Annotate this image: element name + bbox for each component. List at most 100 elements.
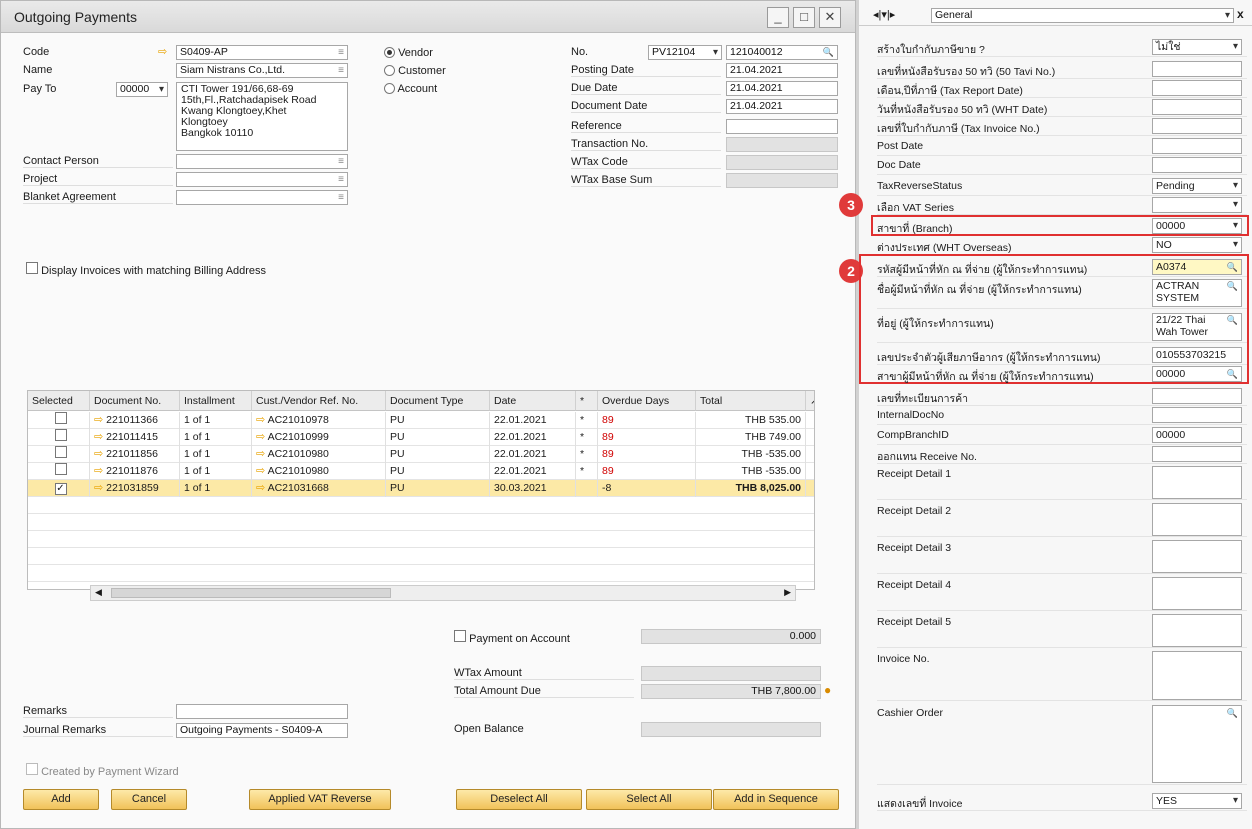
table-row[interactable]: ⇨ 221011415 1 of 1 ⇨ AC21010999 PU 22.01… xyxy=(28,429,814,446)
receipt-detail-2-field[interactable] xyxy=(1152,503,1242,536)
col-header[interactable]: Document Type xyxy=(386,391,490,411)
cashier-order-field[interactable]: 🔍 xyxy=(1152,705,1242,783)
radio-vendor[interactable]: Vendor xyxy=(384,47,433,59)
receipt-detail-3-field[interactable] xyxy=(1152,540,1242,573)
payto-select[interactable]: 00000 xyxy=(116,82,168,97)
nav-arrows-icon[interactable]: ◂|▾|▸ xyxy=(873,8,895,21)
col-header[interactable]: Total xyxy=(696,391,806,411)
table-row[interactable]: ⇨ 221011856 1 of 1 ⇨ AC21010980 PU 22.01… xyxy=(28,446,814,463)
udf-field[interactable] xyxy=(1152,138,1242,154)
coins-icon[interactable]: ● xyxy=(824,683,831,697)
udf-field[interactable] xyxy=(1152,61,1242,77)
table-row-selected[interactable]: ✓ ⇨ 221031859 1 of 1 ⇨ AC21031668 PU 30.… xyxy=(28,480,814,497)
journal-remarks-field[interactable]: Outgoing Payments - S0409-A xyxy=(176,723,348,738)
code-field[interactable]: S0409-AP ≡ xyxy=(176,45,348,60)
comp-branch-field[interactable]: 00000 xyxy=(1152,427,1242,443)
col-header[interactable]: * xyxy=(576,391,598,411)
scroll-right-icon[interactable]: ▶ xyxy=(784,587,791,598)
withholder-address-field[interactable]: 21/22 Thai Wah Tower 🔍 xyxy=(1152,313,1242,341)
maximize-button[interactable]: □ xyxy=(793,7,815,28)
udf-select[interactable]: ไม่ใช่ xyxy=(1152,39,1242,55)
wtax-code-field xyxy=(726,155,838,170)
udf-field[interactable] xyxy=(1152,407,1242,423)
no-label: No. xyxy=(571,46,589,58)
receipt-detail-1-field[interactable] xyxy=(1152,466,1242,499)
deselect-all-button[interactable]: Deselect All xyxy=(456,789,582,810)
withholder-name-field[interactable]: ACTRAN SYSTEM 🔍 xyxy=(1152,279,1242,307)
payment-on-account-checkbox[interactable]: Payment on Account xyxy=(454,630,570,645)
row-checkbox[interactable] xyxy=(54,412,67,424)
row-checkbox[interactable] xyxy=(54,463,67,475)
scroll-thumb[interactable] xyxy=(111,588,391,598)
close-button[interactable]: ✕ xyxy=(819,7,841,28)
window-title: Outgoing Payments xyxy=(14,9,137,25)
udf-row: เลือก VAT Series xyxy=(877,197,1247,215)
horizontal-scrollbar[interactable]: ◀ ▶ xyxy=(90,585,796,601)
receipt-detail-4-field[interactable] xyxy=(1152,577,1242,610)
select-all-button[interactable]: Select All xyxy=(586,789,712,810)
show-invoice-select[interactable]: YES xyxy=(1152,793,1242,809)
udf-field[interactable] xyxy=(1152,157,1242,173)
invoice-no-field[interactable] xyxy=(1152,651,1242,700)
title-bar: Outgoing Payments _ □ ✕ xyxy=(1,1,855,33)
row-checkbox[interactable] xyxy=(54,429,67,441)
scroll-left-icon[interactable]: ◀ xyxy=(95,587,102,598)
table-row[interactable]: ⇨ 221011876 1 of 1 ⇨ AC21010980 PU 22.01… xyxy=(28,463,814,480)
udf-select[interactable]: NO xyxy=(1152,237,1242,253)
branch-select[interactable]: 00000 xyxy=(1152,218,1242,234)
udf-field[interactable] xyxy=(1152,388,1242,404)
contact-field[interactable]: ≡ xyxy=(176,154,348,169)
expand-icon[interactable]: ↗ xyxy=(806,391,814,411)
col-header[interactable]: Installment xyxy=(180,391,252,411)
annotation-badge-3: 3 xyxy=(839,193,863,217)
due-date-field[interactable]: 21.04.2021 xyxy=(726,81,838,96)
payto-address[interactable]: CTI Tower 191/66,68-69 15th,Fl.,Ratchada… xyxy=(176,82,348,151)
open-balance-label: Open Balance xyxy=(454,723,524,735)
document-date-field[interactable]: 21.04.2021 xyxy=(726,99,838,114)
blanket-field[interactable]: ≡ xyxy=(176,190,348,205)
row-checkbox[interactable] xyxy=(54,446,67,458)
udf-field[interactable] xyxy=(1152,80,1242,96)
remarks-field[interactable] xyxy=(176,704,348,719)
udf-field[interactable] xyxy=(1152,118,1242,134)
col-header[interactable]: Selected xyxy=(28,391,90,411)
withholder-branch-field[interactable]: 00000 🔍 xyxy=(1152,366,1242,382)
udf-category-select[interactable]: General xyxy=(931,8,1234,23)
udf-select[interactable] xyxy=(1152,197,1242,213)
wtax-code-label: WTax Code xyxy=(571,156,721,169)
udf-row: InternalDocNo xyxy=(877,407,1247,425)
add-button[interactable]: Add xyxy=(23,789,99,810)
col-header[interactable]: Date xyxy=(490,391,576,411)
project-field[interactable]: ≡ xyxy=(176,172,348,187)
receipt-detail-5-field[interactable] xyxy=(1152,614,1242,647)
minimize-button[interactable]: _ xyxy=(767,7,789,28)
row-checkbox-checked[interactable]: ✓ xyxy=(54,483,67,495)
cancel-button[interactable]: Cancel xyxy=(111,789,187,810)
table-row[interactable]: ⇨ 221011366 1 of 1 ⇨ AC21010978 PU 22.01… xyxy=(28,412,814,429)
add-in-sequence-button[interactable]: Add in Sequence xyxy=(713,789,839,810)
radio-account[interactable]: Account xyxy=(384,83,437,95)
checkbox-icon xyxy=(26,262,38,274)
withholder-taxid-field[interactable]: 010553703215 xyxy=(1152,347,1242,363)
udf-select[interactable]: Pending xyxy=(1152,178,1242,194)
udf-field[interactable] xyxy=(1152,446,1242,462)
udf-field[interactable] xyxy=(1152,99,1242,115)
link-arrow-icon[interactable]: ⇨ xyxy=(158,45,167,58)
documents-table: Selected Document No. Installment Cust./… xyxy=(27,390,815,601)
radio-customer[interactable]: Customer xyxy=(384,65,446,77)
col-header[interactable]: Overdue Days xyxy=(598,391,696,411)
created-by-wizard-checkbox: Created by Payment Wizard xyxy=(26,763,179,778)
link-arrow-icon[interactable]: ⇨ xyxy=(94,414,103,426)
display-invoices-checkbox[interactable]: Display Invoices with matching Billing A… xyxy=(26,262,266,277)
document-date-label: Document Date xyxy=(571,100,721,113)
withholder-code-field[interactable]: A0374 🔍 xyxy=(1152,259,1242,275)
series-select[interactable]: PV12104 xyxy=(648,45,722,60)
name-field[interactable]: Siam Nistrans Co.,Ltd. ≡ xyxy=(176,63,348,78)
col-header[interactable]: Document No. xyxy=(90,391,180,411)
reference-field[interactable] xyxy=(726,119,838,134)
posting-date-field[interactable]: 21.04.2021 xyxy=(726,63,838,78)
close-panel-icon[interactable]: x xyxy=(1237,7,1244,21)
doc-number-field[interactable]: 121040012 🔍 xyxy=(726,45,838,60)
col-header[interactable]: Cust./Vendor Ref. No. xyxy=(252,391,386,411)
applied-vat-reverse-button[interactable]: Applied VAT Reverse xyxy=(249,789,391,810)
